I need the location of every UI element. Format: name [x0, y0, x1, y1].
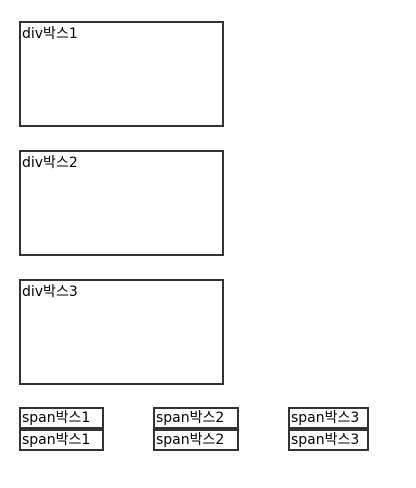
span-box-1-row-1: span박스1: [19, 407, 104, 429]
span-box-2-row-2: span박스2: [153, 429, 239, 451]
div-box-3-label: div박스3: [22, 284, 78, 300]
span-box-2-row-1: span박스2: [153, 407, 239, 429]
span-box-3-row-1: span박스3: [288, 407, 369, 429]
div-box-1: div박스1: [19, 21, 224, 127]
page: div박스1 div박스2 div박스3 span박스1 span박스2 spa…: [0, 0, 416, 488]
div-box-1-label: div박스1: [22, 26, 78, 42]
div-box-2: div박스2: [19, 150, 224, 256]
span-box-3-row-2: span박스3: [288, 429, 369, 451]
div-box-2-label: div박스2: [22, 155, 78, 171]
div-box-3: div박스3: [19, 279, 224, 385]
span-box-1-row-2: span박스1: [19, 429, 104, 451]
